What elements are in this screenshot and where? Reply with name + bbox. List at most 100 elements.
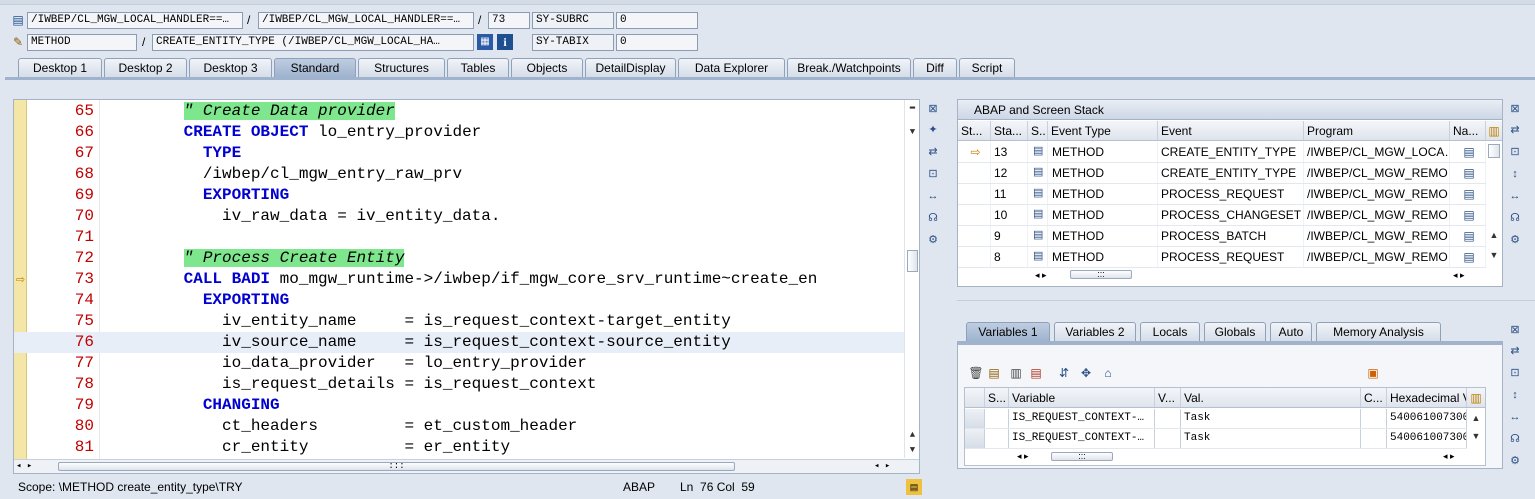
variables-hscroll[interactable]: ◂ ▸ ::: ◂ ▸ <box>965 450 1485 465</box>
sy-subrc-value[interactable]: 0 <box>616 12 698 29</box>
tab-detaildisplay[interactable]: DetailDisplay <box>585 58 676 77</box>
scroll-up-icon[interactable]: ▲ <box>1486 230 1502 240</box>
headset-icon[interactable]: ☊ <box>1507 431 1523 447</box>
stack-vscroll[interactable]: ▲ ▼ <box>1486 142 1502 268</box>
variables-col-header[interactable]: V... <box>1155 388 1181 407</box>
services-icon[interactable]: ⚙ <box>925 232 941 248</box>
layout-icon[interactable]: ▥ <box>1486 121 1502 140</box>
stack-row[interactable]: 8 METHOD PROCESS_REQUEST/IWBEP/CL_MGW_REMO… <box>958 247 1486 268</box>
variables-vscroll[interactable]: ▲ ▼ <box>1467 409 1485 450</box>
filter-icon[interactable]: ⌂ <box>1100 365 1116 381</box>
print-icon[interactable]: ▥ <box>1008 365 1024 381</box>
line-field[interactable]: 73 <box>488 12 530 29</box>
fit-width-icon[interactable]: ↔ <box>925 188 941 204</box>
stack-row[interactable]: 10 METHOD PROCESS_CHANGESET/IWBEP/CL_MGW_R… <box>958 205 1486 226</box>
scroll-down-icon[interactable]: ▼ <box>1486 250 1502 260</box>
hscroll-thumb[interactable]: ::: <box>1051 452 1113 461</box>
tab-diff[interactable]: Diff <box>913 58 957 77</box>
stack-row[interactable]: ⇨ 13 METHOD CREATE_ENTITY_TYPE/IWBEP/CL_MGW… <box>958 142 1486 163</box>
info-icon[interactable]: i <box>497 34 513 50</box>
variables-col-header[interactable]: C... <box>1361 388 1387 407</box>
stack-col-header[interactable]: Program <box>1304 121 1450 140</box>
variable-row[interactable]: IS_REQUEST_CONTEXT-… Task 5400610073006 <box>965 429 1467 449</box>
row-selector[interactable] <box>965 409 985 428</box>
variables-col-header[interactable]: Variable <box>1009 388 1155 407</box>
tab-objects[interactable]: Objects <box>511 58 583 77</box>
tab-tables[interactable]: Tables <box>447 58 509 77</box>
scroll-right-icon[interactable]: ◂ ▸ <box>874 460 890 473</box>
maximize-icon[interactable]: ⊡ <box>925 166 941 182</box>
clear-icon[interactable]: ▤ <box>1028 365 1044 381</box>
fit-width-icon[interactable]: ↔ <box>1507 188 1523 204</box>
scroll-left-icon[interactable]: ◂ ▸ <box>16 460 32 473</box>
swap-tool-icon[interactable]: ⇄ <box>1507 343 1523 359</box>
editor-hscroll[interactable]: ◂ ▸ ::: ◂ ▸ <box>14 459 919 473</box>
tab-structures[interactable]: Structures <box>358 58 445 77</box>
scroll-down-icon[interactable]: ▼ <box>1467 431 1485 441</box>
tab-standard[interactable]: Standard <box>274 58 356 77</box>
variables-col-header[interactable] <box>965 388 985 407</box>
event-type-field[interactable]: METHOD <box>27 34 137 51</box>
variables-col-header[interactable]: S... <box>985 388 1009 407</box>
scroll-down-icon[interactable]: ▼ <box>905 444 919 456</box>
stack-col-header[interactable]: Event <box>1158 121 1304 140</box>
stack-col-header[interactable]: Sta... <box>991 121 1028 140</box>
tab-desktop-3[interactable]: Desktop 3 <box>189 58 272 77</box>
stack-col-header[interactable]: St... <box>958 121 991 140</box>
tab-script[interactable]: Script <box>959 58 1015 77</box>
export-icon[interactable]: ▤ <box>986 365 1002 381</box>
tab-locals[interactable]: Locals <box>1140 322 1200 341</box>
maximize-icon[interactable]: ⊡ <box>1507 365 1523 381</box>
include-field[interactable]: /IWBEP/CL_MGW_LOCAL_HANDLER==… <box>27 12 243 29</box>
scroll-down-icon[interactable]: ▲ <box>905 429 919 441</box>
move-icon[interactable]: ✥ <box>1078 365 1094 381</box>
tab-variables-1[interactable]: Variables 1 <box>966 322 1050 341</box>
stack-row[interactable]: 9 METHOD PROCESS_BATCH/IWBEP/CL_MGW_REMO… ▤… <box>958 226 1486 247</box>
services-icon[interactable]: ⚙ <box>1507 453 1523 469</box>
scroll-right-icon[interactable]: ◂ ▸ <box>1453 270 1465 281</box>
tab-data-explorer[interactable]: Data Explorer <box>678 58 785 77</box>
scroll-thumb[interactable] <box>907 250 918 272</box>
hscroll-thumb[interactable]: ::: <box>58 462 735 471</box>
sort-icon[interactable]: ⇵ <box>1056 365 1072 381</box>
fit-height-icon[interactable]: ↕ <box>1507 166 1523 182</box>
variables-col-header[interactable]: Val. <box>1181 388 1361 407</box>
program-field[interactable]: /IWBEP/CL_MGW_LOCAL_HANDLER==… <box>258 12 474 29</box>
swap-tool-icon[interactable]: ⇄ <box>1507 122 1523 138</box>
sy-tabix-value[interactable]: 0 <box>616 34 698 51</box>
headset-icon[interactable]: ☊ <box>1507 210 1523 226</box>
scroll-left-icon[interactable]: ◂ ▸ <box>1017 451 1029 462</box>
event-field[interactable]: CREATE_ENTITY_TYPE (/IWBEP/CL_MGW_LOCAL_… <box>152 34 474 51</box>
close-icon[interactable]: ⊠ <box>1507 101 1523 117</box>
tab-desktop-2[interactable]: Desktop 2 <box>104 58 187 77</box>
scroll-right-icon[interactable]: ◂ ▸ <box>1443 451 1455 462</box>
variables-col-header[interactable]: Hexadecimal Val <box>1387 388 1467 407</box>
variable-cell[interactable]: IS_REQUEST_CONTEXT-… <box>1009 429 1155 448</box>
tab-break-watchpoints[interactable]: Break./Watchpoints <box>787 58 911 77</box>
close-icon[interactable]: ⊠ <box>1507 322 1523 338</box>
fit-height-icon[interactable]: ↕ <box>1507 387 1523 403</box>
stack-col-header[interactable]: Event Type <box>1048 121 1158 140</box>
swap-tool-icon[interactable]: ⇄ <box>925 144 941 160</box>
stack-col-header[interactable]: S.. <box>1028 121 1048 140</box>
scroll-thumb[interactable] <box>1488 144 1500 158</box>
display-source-icon[interactable]: ▦ <box>477 34 493 50</box>
stack-row[interactable]: 12 METHOD CREATE_ENTITY_TYPE/IWBEP/CL_MGW_… <box>958 163 1486 184</box>
tab-desktop-1[interactable]: Desktop 1 <box>18 58 102 77</box>
scroll-up-icon[interactable]: ▼ <box>905 126 919 138</box>
row-selector[interactable] <box>965 429 985 448</box>
variable-cell[interactable]: IS_REQUEST_CONTEXT-… <box>1009 409 1155 428</box>
editor-vscroll[interactable]: ▬ ▼ ▲ ▼ <box>904 100 919 458</box>
hscroll-thumb[interactable]: ::: <box>1070 270 1132 279</box>
scroll-left-icon[interactable]: ◂ ▸ <box>1035 270 1047 281</box>
headset-icon[interactable]: ☊ <box>925 210 941 226</box>
new-tool-icon[interactable]: ✦ <box>925 122 941 138</box>
note-icon[interactable]: ▤ <box>906 479 922 495</box>
tab-auto[interactable]: Auto <box>1270 322 1312 341</box>
variable-row[interactable]: IS_REQUEST_CONTEXT-… Task 5400610073006 <box>965 409 1467 429</box>
stack-row[interactable]: 11 METHOD PROCESS_REQUEST/IWBEP/CL_MGW_REM… <box>958 184 1486 205</box>
fit-width-icon[interactable]: ↔ <box>1507 409 1523 425</box>
layout-icon[interactable]: ▥ <box>1467 388 1485 407</box>
delete-icon[interactable]: 🗑 <box>968 365 984 381</box>
maximize-icon[interactable]: ⊡ <box>1507 144 1523 160</box>
